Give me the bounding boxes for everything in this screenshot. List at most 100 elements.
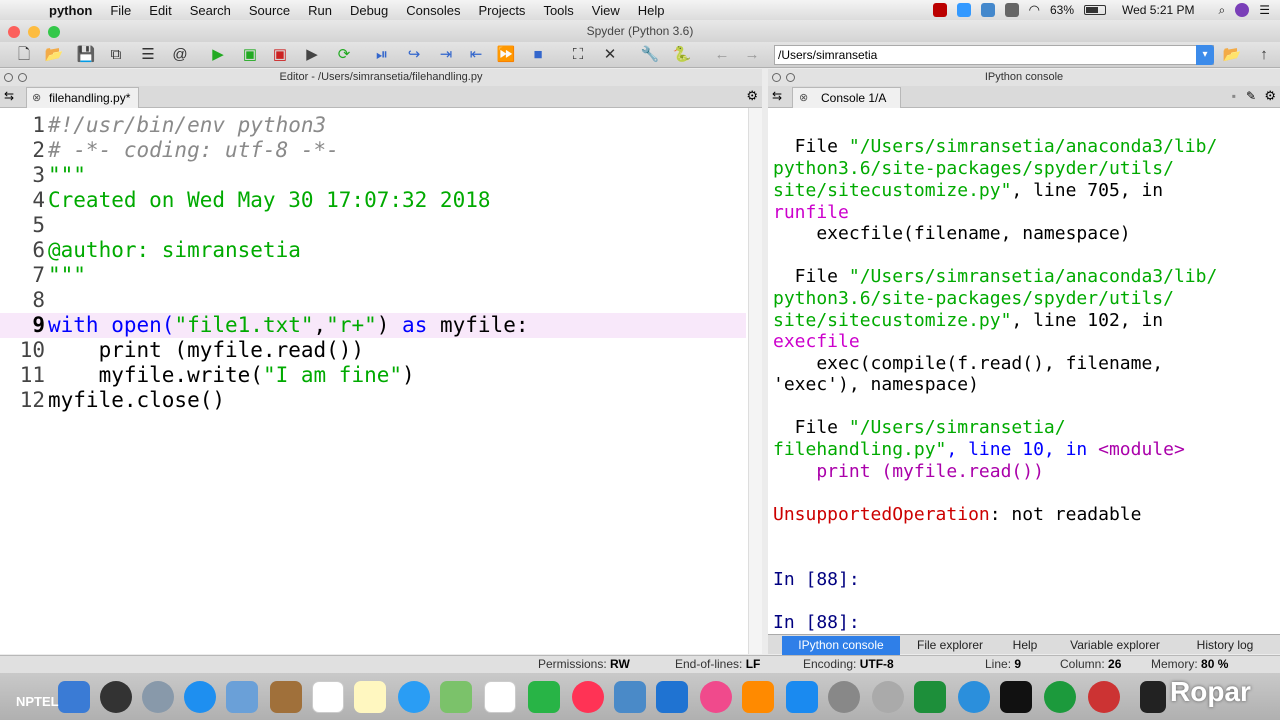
wifi-icon[interactable]: ◠ xyxy=(1029,2,1040,18)
menu-debug[interactable]: Debug xyxy=(341,3,397,18)
stop-debug-icon[interactable]: ■ xyxy=(528,45,548,65)
pane-undock-icon[interactable] xyxy=(18,73,27,82)
fullscreen-icon[interactable]: ✕ xyxy=(600,45,620,65)
books-icon[interactable] xyxy=(742,681,774,713)
rerun-icon[interactable]: ⟳ xyxy=(334,45,354,65)
ipython-console[interactable]: File "/Users/simransetia/anaconda3/lib/ … xyxy=(768,108,1280,634)
clock[interactable]: Wed 5:21 PM xyxy=(1122,3,1194,17)
open-file-icon[interactable]: 📂 xyxy=(44,45,64,65)
menu-consoles[interactable]: Consoles xyxy=(397,3,469,18)
save-icon[interactable]: 💾 xyxy=(76,45,96,65)
menu-edit[interactable]: Edit xyxy=(140,3,180,18)
tab-file-explorer[interactable]: File explorer xyxy=(904,636,996,655)
run-cell-icon[interactable]: ▣ xyxy=(240,45,260,65)
menu-file[interactable]: File xyxy=(101,3,140,18)
notes-icon[interactable] xyxy=(354,681,386,713)
preview-icon[interactable] xyxy=(614,681,646,713)
finder-icon[interactable] xyxy=(58,681,90,713)
siri-icon[interactable] xyxy=(1235,3,1250,17)
tex-icon[interactable] xyxy=(872,681,904,713)
stop-kernel-icon[interactable]: ▪ xyxy=(1232,89,1236,103)
options-gear-icon[interactable]: ⚙ xyxy=(1264,88,1276,104)
tab-variable-explorer[interactable]: Variable explorer xyxy=(1056,636,1174,655)
photos-icon[interactable] xyxy=(572,681,604,713)
excel-icon[interactable] xyxy=(914,681,946,713)
maximize-pane-icon[interactable]: ⛶ xyxy=(568,45,588,65)
pane-undock-icon[interactable] xyxy=(786,73,795,82)
zoom-window-button[interactable] xyxy=(48,26,60,38)
spyder-icon[interactable] xyxy=(1088,681,1120,713)
continue-icon[interactable]: ⏩ xyxy=(496,45,516,65)
browse-tabs-icon[interactable]: ⇆ xyxy=(4,89,14,103)
menu-projects[interactable]: Projects xyxy=(469,3,534,18)
back-arrow-icon[interactable]: ← xyxy=(712,45,732,65)
battery-icon[interactable] xyxy=(1084,5,1107,15)
close-window-button[interactable] xyxy=(8,26,20,38)
forward-arrow-icon[interactable]: → xyxy=(742,45,762,65)
system-preferences-icon[interactable] xyxy=(828,681,860,713)
calendar-icon[interactable] xyxy=(312,681,344,713)
tab-help[interactable]: Help xyxy=(1000,636,1050,655)
chevron-down-icon[interactable]: ▾ xyxy=(1196,45,1214,65)
teamviewer-icon[interactable] xyxy=(958,681,990,713)
browse-folder-icon[interactable]: 📂 xyxy=(1222,45,1242,65)
step-return-icon[interactable]: ⇤ xyxy=(466,45,486,65)
run-selection-icon[interactable]: ▶ xyxy=(302,45,322,65)
trash-icon[interactable] xyxy=(1140,681,1166,713)
launchpad-icon[interactable] xyxy=(142,681,174,713)
tab-console[interactable]: ⊗ Console 1/A xyxy=(792,87,902,108)
run-icon[interactable]: ▶ xyxy=(208,45,228,65)
tab-history-log[interactable]: History log xyxy=(1182,636,1268,655)
numbers-icon[interactable] xyxy=(484,681,516,713)
close-tab-icon[interactable]: ⊗ xyxy=(799,88,808,108)
menu-search[interactable]: Search xyxy=(181,3,240,18)
contacts-icon[interactable] xyxy=(270,681,302,713)
preferences-icon[interactable]: 🔧 xyxy=(640,45,660,65)
at-icon[interactable]: @ xyxy=(170,45,190,65)
minimize-window-button[interactable] xyxy=(28,26,40,38)
terminal-icon[interactable] xyxy=(1000,681,1032,713)
menu-run[interactable]: Run xyxy=(299,3,341,18)
debug-icon[interactable]: ⏯ xyxy=(372,45,392,65)
editor-scrollbar[interactable] xyxy=(748,108,762,654)
edit-icon[interactable]: ✎ xyxy=(1246,89,1256,103)
facetime-icon[interactable] xyxy=(528,681,560,713)
music-icon[interactable] xyxy=(700,681,732,713)
status-app-icon[interactable] xyxy=(932,3,947,17)
sync-icon[interactable] xyxy=(980,3,995,17)
mail-icon[interactable] xyxy=(226,681,258,713)
menu-view[interactable]: View xyxy=(583,3,629,18)
notification-center-icon[interactable]: ☰ xyxy=(1259,3,1270,17)
maps-icon[interactable] xyxy=(440,681,472,713)
code-editor[interactable]: 1 #!/usr/bin/env python3 2 # -*- coding: u… xyxy=(0,108,762,654)
menu-app-name[interactable]: python xyxy=(40,3,101,18)
safari-icon[interactable] xyxy=(184,681,216,713)
pane-close-icon[interactable] xyxy=(4,73,13,82)
run-cell-advance-icon[interactable]: ▣ xyxy=(270,45,290,65)
bluetooth-icon[interactable] xyxy=(1004,3,1019,17)
app-store-icon[interactable] xyxy=(786,681,818,713)
tab-filehandling[interactable]: ⊗ filehandling.py* xyxy=(26,87,140,108)
step-icon[interactable]: ↪ xyxy=(404,45,424,65)
pane-close-icon[interactable] xyxy=(772,73,781,82)
spotlight-icon[interactable]: ⌕ xyxy=(1219,3,1226,18)
options-gear-icon[interactable]: ⚙ xyxy=(746,88,758,104)
parent-dir-icon[interactable]: ↑ xyxy=(1254,45,1274,65)
new-file-icon[interactable]: 🗋 xyxy=(14,45,34,65)
menu-source[interactable]: Source xyxy=(240,3,299,18)
working-directory-field[interactable]: /Users/simransetia ▾ xyxy=(774,45,1214,65)
menu-tools[interactable]: Tools xyxy=(534,3,582,18)
save-all-icon[interactable]: ⧉ xyxy=(106,45,126,65)
list-icon[interactable]: ☰ xyxy=(138,45,158,65)
step-into-icon[interactable]: ⇥ xyxy=(436,45,456,65)
siri-dock-icon[interactable] xyxy=(100,681,132,713)
browse-tabs-icon[interactable]: ⇆ xyxy=(772,89,782,103)
spotify-icon[interactable] xyxy=(1044,681,1076,713)
tab-ipython-console[interactable]: IPython console xyxy=(782,636,900,655)
close-tab-icon[interactable]: ⊗ xyxy=(32,88,41,108)
menu-help[interactable]: Help xyxy=(629,3,674,18)
python-path-icon[interactable]: 🐍 xyxy=(672,45,692,65)
messages-icon[interactable] xyxy=(398,681,430,713)
skype-icon[interactable] xyxy=(956,3,971,17)
keynote-icon[interactable] xyxy=(656,681,688,713)
